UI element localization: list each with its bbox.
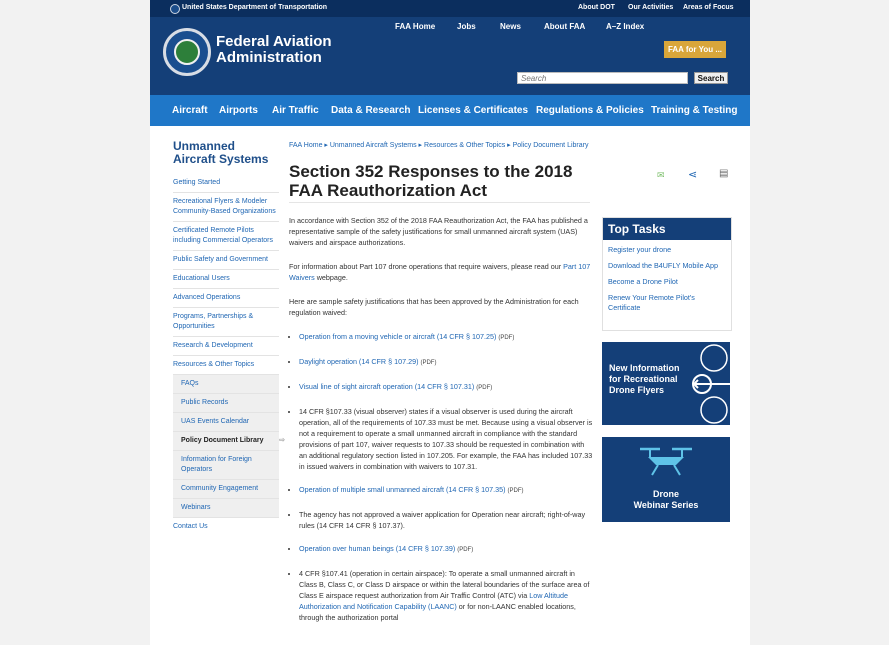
promo2-line1: Drone — [652, 489, 679, 499]
cat-airports[interactable]: Airports — [219, 105, 258, 116]
sidebar: Unmanned Aircraft Systems Getting Starte… — [173, 140, 285, 536]
about-dot-link[interactable]: About DOT — [578, 4, 615, 11]
justifications-paragraph: Here are sample safety justifications th… — [289, 297, 579, 317]
main-content: In accordance with Section 352 of the 20… — [289, 215, 593, 635]
list-item: 14 CFR §107.33 (visual observer) states … — [299, 406, 593, 472]
list-item: Operation over human beings (14 CFR § 10… — [299, 543, 593, 556]
sidebar-item-getting-started[interactable]: Getting Started — [173, 174, 279, 193]
sidebar-item-resources[interactable]: Resources & Other Topics — [173, 356, 279, 375]
top-tasks-title: Top Tasks — [603, 218, 731, 240]
doc-link-107-39[interactable]: Operation over human beings (14 CFR § 10… — [299, 544, 455, 553]
email-icon[interactable]: ✉ — [657, 170, 665, 181]
sidebar-item-public-safety[interactable]: Public Safety and Government — [173, 251, 279, 270]
page-title: Section 352 Responses to the 2018 FAA Re… — [289, 162, 573, 200]
cat-training-testing[interactable]: Training & Testing — [651, 105, 737, 116]
cat-regulations-policies[interactable]: Regulations & Policies — [536, 105, 644, 116]
nav-news[interactable]: News — [500, 22, 521, 31]
promo1-line1: New Information — [609, 363, 680, 373]
promo2-text: Drone Webinar Series — [602, 489, 730, 511]
sidebar-title[interactable]: Unmanned Aircraft Systems — [173, 140, 279, 166]
recreational-flyers-promo[interactable]: New Information for Recreational Drone F… — [602, 342, 730, 425]
list-item: The agency has not approved a waiver app… — [299, 509, 593, 531]
sidebar-subitem-public-records[interactable]: Public Records — [173, 394, 279, 413]
sidebar-subitem-policy-library[interactable]: Policy Document Library ⇨ — [173, 432, 285, 451]
arrow-right-icon: ⇨ — [279, 437, 285, 444]
sidebar-item-programs[interactable]: Programs, Partnerships & Opportunities — [173, 308, 279, 337]
p2-text: For information about Part 107 drone ope… — [289, 262, 564, 271]
dot-link[interactable]: United States Department of Transportati… — [182, 4, 327, 11]
breadcrumb[interactable]: FAA Home ▸ Unmanned Aircraft Systems ▸ R… — [289, 141, 588, 149]
cat-licenses-certificates[interactable]: Licenses & Certificates — [418, 105, 528, 116]
doc-link-107-29[interactable]: Daylight operation (14 CFR § 107.29) — [299, 357, 418, 366]
sidebar-subitem-faqs[interactable]: FAQs — [173, 375, 279, 394]
dot-logo-icon — [170, 4, 180, 14]
doc-link-107-31[interactable]: Visual line of sight aircraft operation … — [299, 382, 474, 391]
sidebar-subitem-uas-events[interactable]: UAS Events Calendar — [173, 413, 279, 432]
waivers-paragraph: For information about Part 107 drone ope… — [289, 261, 593, 283]
sidebar-item-certificated-remote-pilots[interactable]: Certificated Remote Pilots including Com… — [173, 222, 279, 251]
top-tasks-list: Register your drone Download the B4UFLY … — [603, 240, 731, 313]
sidebar-item-contact[interactable]: Contact Us — [173, 518, 279, 536]
pdf-badge: (PDF) — [420, 360, 437, 366]
list-item: Operation from a moving vehicle or aircr… — [299, 331, 593, 344]
sidebar-subitem-community-engagement[interactable]: Community Engagement — [173, 480, 279, 499]
cat-air-traffic[interactable]: Air Traffic — [272, 105, 319, 116]
divider — [289, 202, 590, 203]
brand-line-2: Administration — [216, 49, 322, 66]
list-item: Visual line of sight aircraft operation … — [299, 381, 593, 394]
sidebar-subitem-foreign-operators[interactable]: Information for Foreign Operators — [173, 451, 279, 480]
site-header: Federal Aviation Administration FAA Home… — [150, 17, 750, 95]
nav-about-faa[interactable]: About FAA — [544, 22, 585, 31]
our-activities-link[interactable]: Our Activities — [628, 4, 673, 11]
faa-for-you-button[interactable]: FAA for You ... — [664, 41, 726, 58]
nav-faa-home[interactable]: FAA Home — [395, 22, 435, 31]
category-nav: Aircraft Airports Air Traffic Data & Res… — [150, 95, 750, 126]
top-tasks-box: Top Tasks Register your drone Download t… — [602, 217, 732, 331]
nav-jobs[interactable]: Jobs — [457, 22, 476, 31]
top-utility-bar: United States Department of Transportati… — [150, 0, 750, 17]
pdf-badge: (PDF) — [457, 547, 474, 553]
search-input[interactable] — [517, 72, 688, 84]
doc-link-107-35[interactable]: Operation of multiple small unmanned air… — [299, 485, 506, 494]
promo1-line2: for Recreational — [609, 374, 678, 384]
list-item: 4 CFR §107.41 (operation in certain airs… — [299, 568, 593, 623]
faa-brand[interactable]: Federal Aviation Administration — [216, 34, 332, 66]
pdf-badge: (PDF) — [498, 335, 515, 341]
list-item: Operation of multiple small unmanned air… — [299, 484, 593, 497]
faa-seal-icon[interactable] — [163, 28, 211, 76]
search-button[interactable]: Search — [694, 72, 728, 84]
brand-line-1: Federal Aviation — [216, 33, 332, 50]
sidebar-item-recreational-flyers[interactable]: Recreational Flyers & Modeler Community-… — [173, 193, 279, 222]
sidebar-item-advanced-operations[interactable]: Advanced Operations — [173, 289, 279, 308]
pdf-badge: (PDF) — [476, 385, 493, 391]
sidebar-item-educational-users[interactable]: Educational Users — [173, 270, 279, 289]
promo2-line2: Webinar Series — [633, 500, 699, 510]
nav-a-z-index[interactable]: A–Z Index — [606, 22, 644, 31]
sidebar-subitem-label: Policy Document Library — [181, 437, 264, 444]
doc-link-107-25[interactable]: Operation from a moving vehicle or aircr… — [299, 332, 496, 341]
regulation-list: Operation from a moving vehicle or aircr… — [289, 331, 593, 623]
drone-icon — [640, 447, 692, 476]
print-icon[interactable]: ▤ — [719, 168, 728, 179]
renew-certificate-link[interactable]: Renew Your Remote Pilot's Certificate — [608, 293, 726, 313]
sidebar-item-research[interactable]: Research & Development — [173, 337, 279, 356]
pdf-badge: (PDF) — [507, 488, 524, 494]
intro-paragraph: In accordance with Section 352 of the 20… — [289, 216, 588, 247]
areas-of-focus-link[interactable]: Areas of Focus — [683, 4, 734, 11]
cat-data-research[interactable]: Data & Research — [331, 105, 410, 116]
list-item: Daylight operation (14 CFR § 107.29) (PD… — [299, 356, 593, 369]
b4ufly-link[interactable]: Download the B4UFLY Mobile App — [608, 261, 726, 271]
p2-end: webpage. — [314, 273, 348, 282]
become-pilot-link[interactable]: Become a Drone Pilot — [608, 277, 726, 287]
promo1-text: New Information for Recreational Drone F… — [609, 363, 680, 396]
register-drone-link[interactable]: Register your drone — [608, 245, 726, 255]
share-icon[interactable]: ⋖ — [688, 168, 697, 181]
sidebar-subitem-webinars[interactable]: Webinars — [173, 499, 279, 518]
drone-webinar-promo[interactable]: Drone Webinar Series — [602, 437, 730, 522]
promo1-line3: Drone Flyers — [609, 385, 665, 395]
cat-aircraft[interactable]: Aircraft — [172, 105, 208, 116]
